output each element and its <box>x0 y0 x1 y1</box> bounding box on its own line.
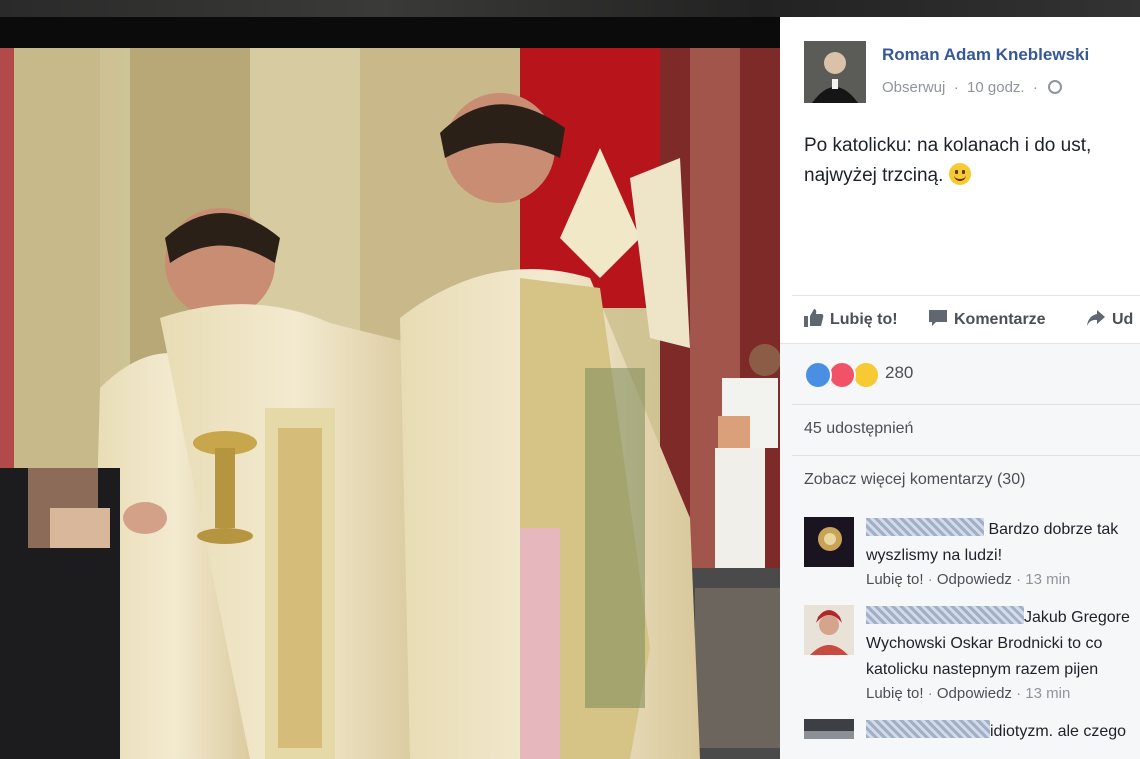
comment-text: idiotyzm. ale czego <box>990 723 1127 740</box>
commenter-avatar-illustration <box>804 517 854 567</box>
comment-like-link[interactable]: Lubię to! <box>866 571 924 588</box>
separator: · <box>1016 685 1026 702</box>
like-reaction-icon <box>804 361 832 389</box>
separator: · <box>927 685 937 702</box>
comment-text: katolicku nastepnym razem pijen <box>866 661 1099 678</box>
share-button[interactable]: Ud <box>1086 309 1133 329</box>
smiley-icon <box>948 163 971 185</box>
comment-icon <box>929 310 947 326</box>
follow-link[interactable]: Obserwuj <box>882 79 945 96</box>
blurred-strip <box>0 0 1140 17</box>
comment-text: Bardzo dobrze tak <box>988 521 1119 538</box>
shares-count[interactable]: 45 udostępnień <box>804 420 913 438</box>
commenter-name[interactable] <box>866 518 984 536</box>
separator: · <box>1016 571 1026 588</box>
comment-button[interactable]: Komentarze <box>928 309 1046 329</box>
comment-body: Jakub Gregore Wychowski Oskar Brodnicki … <box>866 605 1140 683</box>
post-header: Roman Adam Kneblewski Obserwuj · 10 godz… <box>804 41 1140 105</box>
comment-reply-link[interactable]: Odpowiedz <box>937 685 1012 702</box>
thumbs-up-icon <box>804 309 824 327</box>
commenter-avatar-illustration <box>804 605 854 655</box>
comment-actions: Lubię to! · Odpowiedz · 13 min <box>866 571 1070 588</box>
comment-reply-link[interactable]: Odpowiedz <box>937 571 1012 588</box>
commenter-avatar-illustration <box>804 719 854 739</box>
commenter-name[interactable] <box>866 720 990 738</box>
globe-icon <box>1048 80 1063 94</box>
post-photo[interactable] <box>0 48 780 759</box>
meta-separator: · <box>949 79 963 96</box>
commenter-avatar[interactable] <box>804 719 854 739</box>
comment-text: wyszlismy na ludzi! <box>866 547 1003 564</box>
like-button-label: Lubię to! <box>830 311 898 328</box>
post-text-line: najwyżej trzciną. <box>804 165 944 186</box>
comment-text: Jakub Gregore <box>1024 609 1130 626</box>
post-time[interactable]: 10 godz. <box>967 79 1025 96</box>
separator: · <box>927 571 937 588</box>
comment-actions: Lubię to! · Odpowiedz · 13 min <box>866 685 1070 702</box>
comment-body: idiotyzm. ale czego <box>866 719 1140 745</box>
author-name[interactable]: Roman Adam Kneblewski <box>882 45 1089 65</box>
reaction-count: 280 <box>885 363 914 382</box>
avatar-illustration <box>804 41 866 103</box>
post-actions: Lubię to! Komentarze Ud <box>780 295 1140 344</box>
share-icon <box>1087 310 1105 326</box>
comment-like-link[interactable]: Lubię to! <box>866 685 924 702</box>
more-comments-link[interactable]: Zobacz więcej komentarzy (30) <box>804 471 1025 489</box>
haha-reaction-icon <box>852 361 880 389</box>
comment-time[interactable]: 13 min <box>1025 685 1070 702</box>
commenter-avatar[interactable] <box>804 605 854 655</box>
photo-illustration <box>0 48 780 759</box>
comment-time[interactable]: 13 min <box>1025 571 1070 588</box>
post-meta: Obserwuj · 10 godz. · <box>882 79 1063 96</box>
divider <box>792 404 1140 405</box>
post-text-line-2: najwyżej trzciną. <box>804 161 1140 191</box>
post-text: Po katolicku: na kolanach i do ust, najw… <box>804 131 1140 191</box>
love-reaction-icon <box>828 361 856 389</box>
share-button-label: Ud <box>1112 311 1134 328</box>
divider <box>792 455 1140 456</box>
meta-separator: · <box>1028 79 1038 96</box>
comment-text: Wychowski Oskar Brodnicki to co <box>866 635 1103 652</box>
commenter-name[interactable] <box>866 606 1024 624</box>
post-text-line: Po katolicku: na kolanach i do ust, <box>804 135 1092 156</box>
commenter-avatar[interactable] <box>804 517 854 567</box>
like-button[interactable]: Lubię to! <box>804 309 898 329</box>
author-avatar[interactable] <box>804 41 866 103</box>
comment-button-label: Komentarze <box>954 311 1046 328</box>
facebook-post-panel: Roman Adam Kneblewski Obserwuj · 10 godz… <box>780 17 1140 759</box>
comment-body: Bardzo dobrze tak wyszlismy na ludzi! <box>866 517 1140 569</box>
